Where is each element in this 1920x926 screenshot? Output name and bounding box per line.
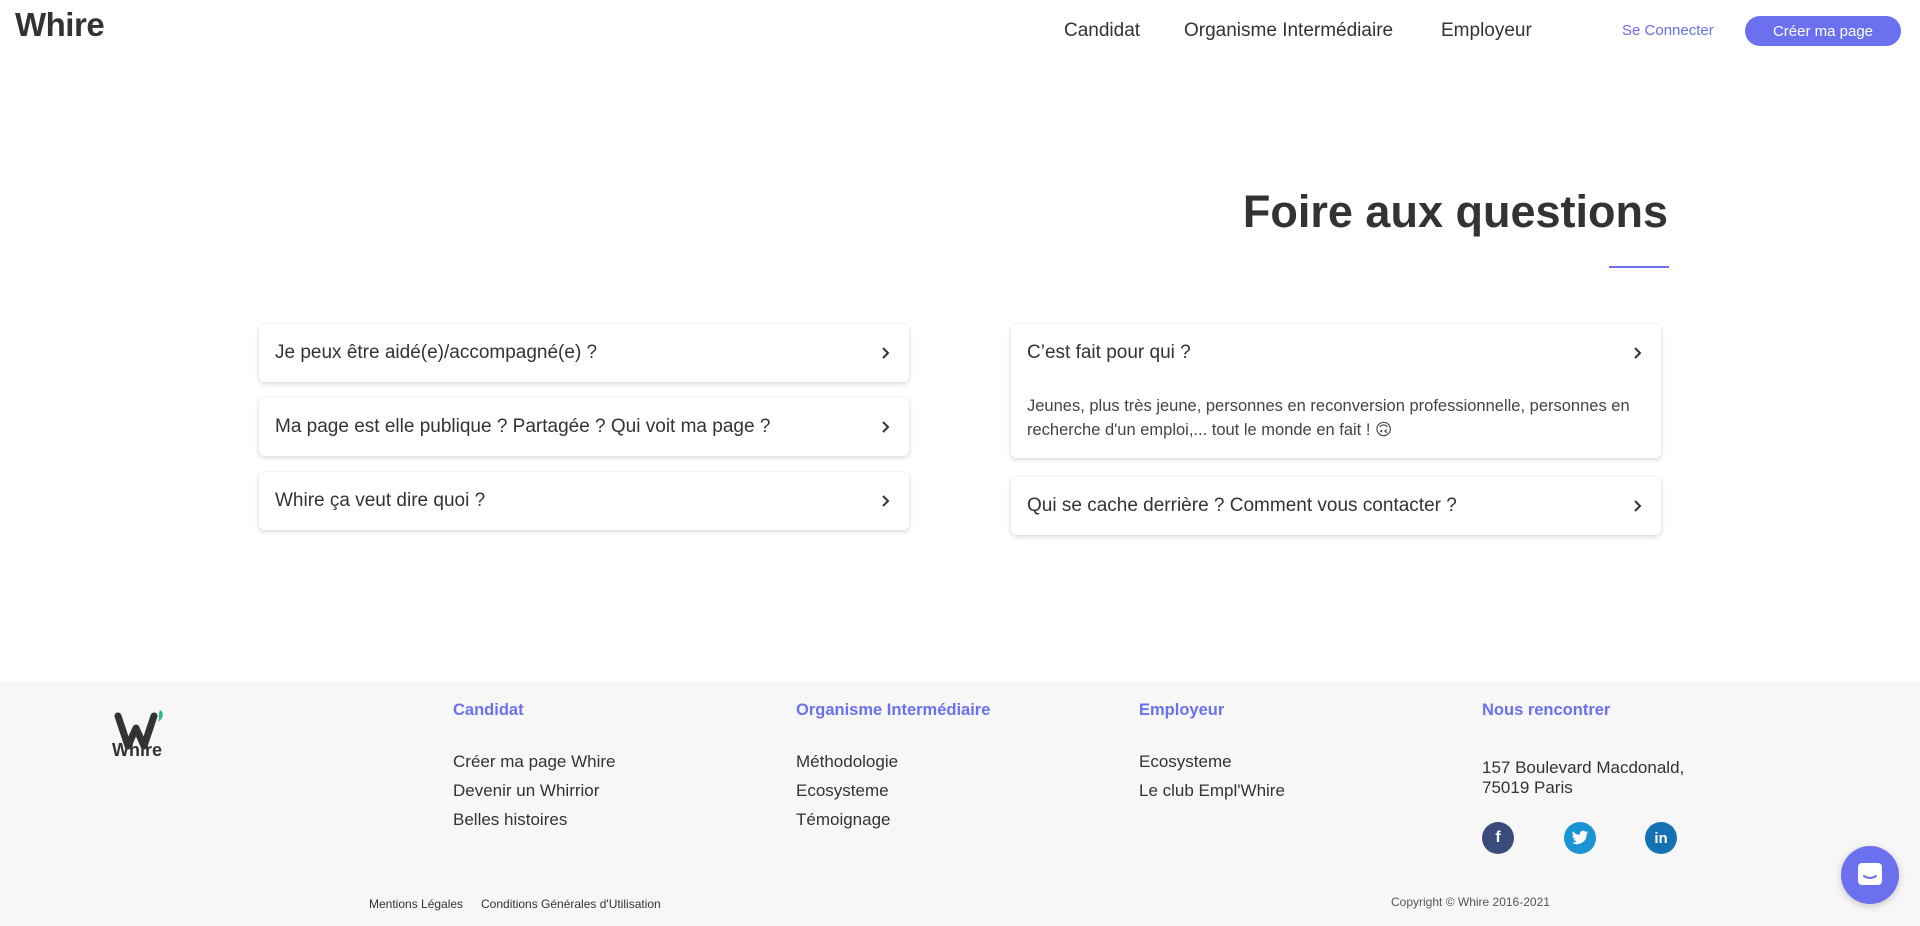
faq-question-toggle[interactable]: Whire ça veut dire quoi ? xyxy=(259,472,909,530)
chevron-right-icon xyxy=(1631,499,1645,513)
footer-title-nous-rencontrer: Nous rencontrer xyxy=(1482,701,1611,719)
faq-question: Whire ça veut dire quoi ? xyxy=(275,490,486,511)
footer: Whire Candidat Créer ma page Whire Deven… xyxy=(0,682,1920,926)
title-underline xyxy=(1609,266,1669,268)
footer-link[interactable]: Devenir un Whirrior xyxy=(453,781,599,801)
chat-button[interactable] xyxy=(1841,846,1899,904)
footer-link[interactable]: Belles histoires xyxy=(453,810,567,830)
nav-organisme-intermediaire[interactable]: Organisme Intermédiaire xyxy=(1184,20,1393,42)
footer-title-employeur: Employeur xyxy=(1139,701,1225,719)
faq-answer: Jeunes, plus très jeune, personnes en re… xyxy=(1027,397,1630,439)
faq-item: Je peux être aidé(e)/accompagné(e) ? xyxy=(259,324,909,382)
footer-link[interactable]: Créer ma page Whire xyxy=(453,752,616,772)
address-line: 75019 Paris xyxy=(1482,778,1573,797)
copyright: Copyright © Whire 2016-2021 xyxy=(1391,895,1550,909)
footer-link[interactable]: Méthodologie xyxy=(796,752,898,772)
chat-icon xyxy=(1858,863,1882,885)
faq-question-toggle[interactable]: C’est fait pour qui ? xyxy=(1011,324,1661,382)
footer-link[interactable]: Le club Empl'Whire xyxy=(1139,781,1285,801)
chevron-right-icon xyxy=(1631,346,1645,360)
faq-question: C’est fait pour qui ? xyxy=(1027,342,1191,363)
create-page-button[interactable]: Créer ma page xyxy=(1745,16,1901,46)
faq-question-toggle[interactable]: Qui se cache derrière ? Comment vous con… xyxy=(1011,477,1661,535)
faq-question: Je peux être aidé(e)/accompagné(e) ? xyxy=(275,342,598,363)
footer-link[interactable]: Ecosysteme xyxy=(796,781,889,801)
faq-question: Ma page est elle publique ? Partagée ? Q… xyxy=(275,416,771,437)
address: 157 Boulevard Macdonald, 75019 Paris xyxy=(1482,758,1684,798)
footer-link[interactable]: Témoignage xyxy=(796,810,891,830)
facebook-icon[interactable]: f xyxy=(1482,822,1514,854)
footer-title-organisme: Organisme Intermédiaire xyxy=(796,701,991,719)
footer-link[interactable]: Ecosysteme xyxy=(1139,752,1232,772)
faq-item: Whire ça veut dire quoi ? xyxy=(259,472,909,530)
faq-title: Foire aux questions xyxy=(1242,186,1668,237)
footer-logo-text: Whire xyxy=(112,740,163,760)
chevron-right-icon xyxy=(879,346,893,360)
terms-link[interactable]: Conditions Générales d'Utilisation xyxy=(481,897,661,911)
faq-question-toggle[interactable]: Ma page est elle publique ? Partagée ? Q… xyxy=(259,398,909,456)
logo[interactable]: Whire xyxy=(15,6,105,44)
twitter-icon[interactable] xyxy=(1564,822,1596,854)
footer-title-candidat: Candidat xyxy=(453,701,524,719)
header: Whire Candidat Organisme Intermédiaire E… xyxy=(0,0,1920,62)
faq-item: Ma page est elle publique ? Partagée ? Q… xyxy=(259,398,909,456)
legal-link[interactable]: Mentions Légales xyxy=(369,897,463,911)
login-link[interactable]: Se Connecter xyxy=(1622,22,1714,39)
nav-employeur[interactable]: Employeur xyxy=(1441,20,1532,42)
faq-item-expanded: C’est fait pour qui ? Jeunes, plus très … xyxy=(1011,324,1661,458)
chevron-right-icon xyxy=(879,420,893,434)
linkedin-icon[interactable]: in xyxy=(1645,822,1677,854)
address-line: 157 Boulevard Macdonald, xyxy=(1482,758,1685,777)
faq-question: Qui se cache derrière ? Comment vous con… xyxy=(1027,495,1457,516)
nav-candidat[interactable]: Candidat xyxy=(1064,20,1140,42)
chevron-right-icon xyxy=(879,494,893,508)
faq-question-toggle[interactable]: Je peux être aidé(e)/accompagné(e) ? xyxy=(259,324,909,382)
faq-item: Qui se cache derrière ? Comment vous con… xyxy=(1011,477,1661,535)
